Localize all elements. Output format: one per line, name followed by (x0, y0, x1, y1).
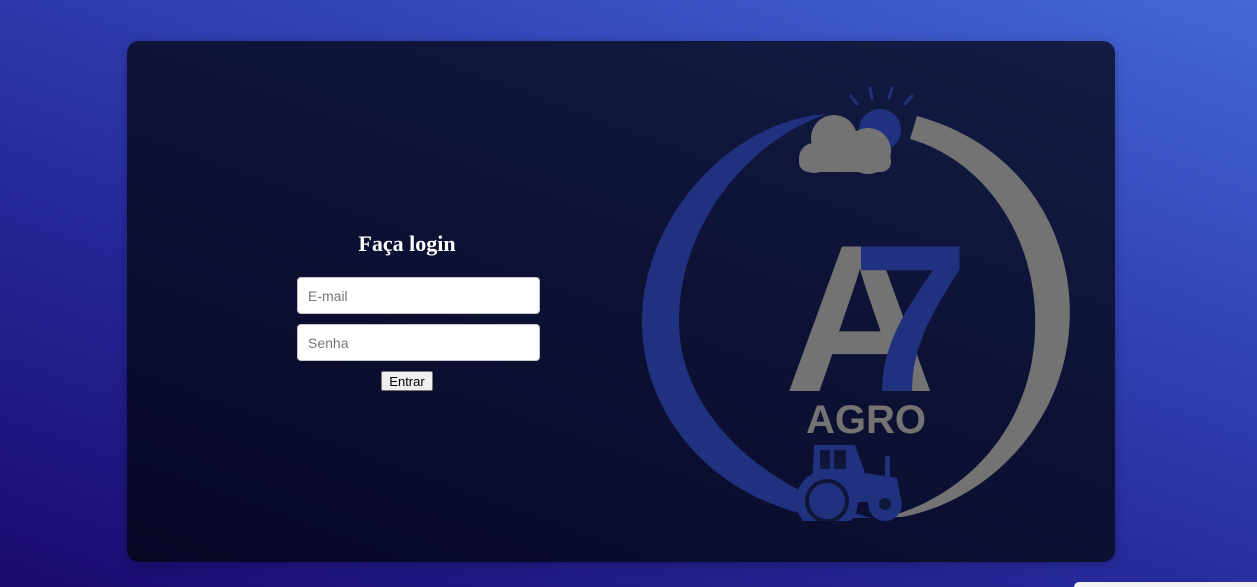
login-form: Faça login Entrar (297, 229, 540, 391)
login-button[interactable]: Entrar (381, 371, 433, 391)
bottom-right-edge (1074, 582, 1257, 587)
email-input[interactable] (297, 277, 540, 314)
password-input[interactable] (297, 324, 540, 361)
a7-agro-logo: A 7 AGRO (642, 86, 1070, 521)
login-card: Faça login Entrar A 7 AGRO (127, 41, 1115, 562)
submit-wrap: Entrar (297, 371, 517, 391)
sun-icon (849, 86, 914, 106)
logo-word-agro: AGRO (806, 398, 926, 442)
login-title: Faça login (358, 231, 456, 256)
